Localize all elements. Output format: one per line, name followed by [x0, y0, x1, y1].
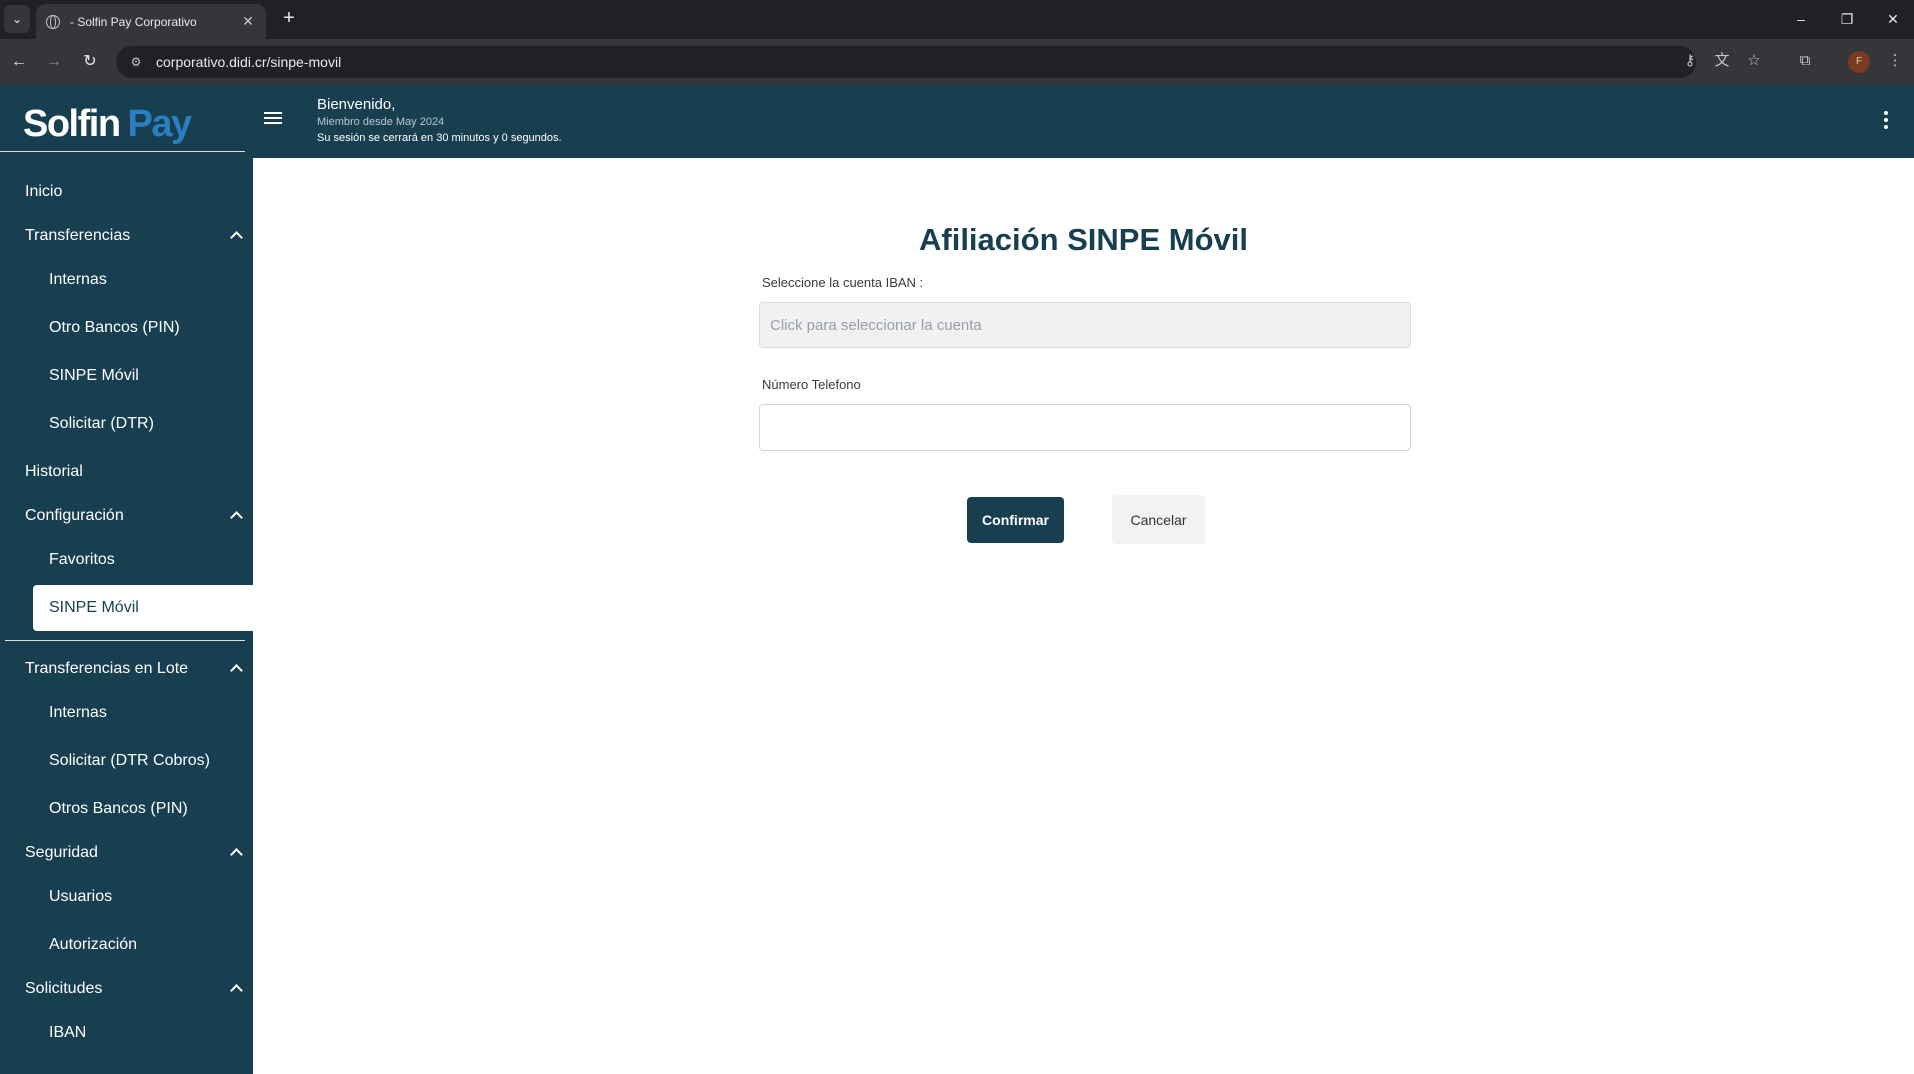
- sidebar-item-label: SINPE Móvil: [49, 367, 139, 384]
- sidebar-item-label: Solicitudes: [25, 980, 103, 997]
- sidebar-item-iban[interactable]: IBAN: [0, 1013, 253, 1053]
- sidebar-item-config-sinpe-movil[interactable]: SINPE Móvil: [33, 585, 253, 631]
- welcome-block: Bienvenido, Miembro desde May 2024 Su se…: [317, 96, 562, 146]
- password-key-icon[interactable]: ⚷: [1677, 48, 1703, 74]
- sidebar-item-label: Otros Bancos (PIN): [49, 800, 188, 817]
- hamburger-menu-icon[interactable]: [264, 112, 282, 126]
- forward-arrow-icon[interactable]: →: [42, 50, 66, 74]
- sidebar-item-sinpe-movil[interactable]: SINPE Móvil: [0, 356, 253, 396]
- restore-button[interactable]: ❐: [1824, 6, 1870, 32]
- sidebar-divider: [5, 640, 245, 641]
- sidebar-item-label: Transferencias en Lote: [25, 660, 189, 677]
- welcome-text: Bienvenido,: [317, 96, 396, 113]
- sidebar-item-label: Configuración: [25, 507, 124, 524]
- sidebar-item-solicitudes[interactable]: Solicitudes: [0, 969, 253, 1009]
- extensions-icon[interactable]: ⧉: [1792, 48, 1818, 74]
- sidebar-item-label: Autorización: [49, 936, 138, 953]
- main-content: Afiliación SINPE Móvil Seleccione la cue…: [253, 158, 1914, 1074]
- sidebar-item-label: Transferencias: [25, 227, 131, 244]
- logo-text-pay: Pay: [127, 103, 193, 145]
- globe-icon: [46, 14, 60, 29]
- iban-account-select[interactable]: Click para seleccionar la cuenta: [759, 302, 1411, 348]
- sidebar-item-label: Inicio: [25, 183, 63, 200]
- sidebar-item-inicio[interactable]: Inicio: [0, 172, 253, 212]
- logo-divider: [0, 151, 245, 152]
- site-settings-icon[interactable]: ⚙: [128, 54, 144, 70]
- new-tab-button[interactable]: +: [278, 6, 300, 30]
- bookmark-star-icon[interactable]: ☆: [1741, 48, 1767, 74]
- sidebar-item-favoritos[interactable]: Favoritos: [0, 540, 253, 580]
- page-title: Afiliación SINPE Móvil: [919, 222, 1248, 257]
- sidebar-item-label: Solicitar (DTR Cobros): [49, 752, 210, 769]
- sidebar-item-solicitar-dtr[interactable]: Solicitar (DTR): [0, 404, 253, 444]
- solfin-pay-logo[interactable]: Solfin Pay: [23, 103, 193, 145]
- sidebar: Inicio Transferencias Internas Otro Banc…: [0, 158, 253, 1074]
- browser-tab[interactable]: - Solfin Pay Corporativo ✕: [36, 4, 266, 39]
- sidebar-item-transferencias[interactable]: Transferencias: [0, 216, 253, 256]
- sidebar-item-label: Seguridad: [25, 844, 98, 861]
- browser-toolbar: ← → ↻ ⚙ corporativo.didi.cr/sinpe-movil …: [0, 39, 1914, 85]
- chevron-up-icon: [231, 982, 241, 992]
- chevron-up-icon: [231, 846, 241, 856]
- minimize-button[interactable]: –: [1778, 6, 1824, 32]
- iban-field-label: Seleccione la cuenta IBAN :: [762, 275, 924, 290]
- sidebar-item-seguridad[interactable]: Seguridad: [0, 833, 253, 873]
- cancel-button[interactable]: Cancelar: [1112, 495, 1205, 544]
- sidebar-item-configuracion[interactable]: Configuración: [0, 496, 253, 536]
- profile-avatar[interactable]: F: [1848, 51, 1870, 73]
- sidebar-item-label: Favoritos: [49, 551, 115, 568]
- close-tab-icon[interactable]: ✕: [240, 13, 256, 30]
- sidebar-item-transferencias-lote[interactable]: Transferencias en Lote: [0, 649, 253, 689]
- chevron-up-icon: [231, 229, 241, 239]
- phone-number-input[interactable]: [759, 404, 1411, 451]
- url-text: corporativo.didi.cr/sinpe-movil: [156, 54, 342, 70]
- sidebar-item-usuarios[interactable]: Usuarios: [0, 877, 253, 917]
- sidebar-item-label: Solicitar (DTR): [49, 415, 154, 432]
- sidebar-item-historial[interactable]: Historial: [0, 452, 253, 492]
- chevron-up-icon: [231, 662, 241, 672]
- translate-icon[interactable]: 文: [1709, 48, 1735, 74]
- sidebar-item-label: SINPE Móvil: [49, 599, 139, 616]
- reload-icon[interactable]: ↻: [78, 50, 102, 74]
- sidebar-item-label: Internas: [49, 271, 107, 288]
- phone-field-label: Número Telefono: [762, 377, 861, 392]
- sidebar-item-autorizacion[interactable]: Autorización: [0, 925, 253, 965]
- confirm-button[interactable]: Confirmar: [967, 497, 1064, 543]
- sidebar-item-otro-bancos[interactable]: Otro Bancos (PIN): [0, 308, 253, 348]
- sidebar-item-internas[interactable]: Internas: [0, 260, 253, 300]
- back-arrow-icon[interactable]: ←: [7, 50, 31, 74]
- logo-text-solfin: Solfin: [23, 103, 121, 145]
- sidebar-item-label: IBAN: [49, 1024, 87, 1041]
- sidebar-item-label: Historial: [25, 463, 83, 480]
- iban-select-placeholder: Click para seleccionar la cuenta: [770, 316, 982, 334]
- sidebar-item-label: Internas: [49, 704, 107, 721]
- browser-tab-bar: ⌄ - Solfin Pay Corporativo ✕ + – ❐ ✕: [0, 0, 1914, 39]
- session-timer-text: Su sesión se cerrará en 30 minutos y 0 s…: [317, 132, 562, 144]
- address-bar[interactable]: ⚙ corporativo.didi.cr/sinpe-movil: [116, 46, 1696, 78]
- tab-search-button[interactable]: ⌄: [4, 5, 30, 33]
- chevron-down-icon: ⌄: [11, 12, 23, 26]
- chevron-up-icon: [231, 509, 241, 519]
- more-options-icon[interactable]: [1884, 111, 1890, 133]
- sidebar-item-lote-internas[interactable]: Internas: [0, 693, 253, 733]
- app-header: Solfin Pay: [0, 85, 1914, 158]
- sidebar-item-label: Usuarios: [49, 888, 113, 905]
- sidebar-item-label: Otro Bancos (PIN): [49, 319, 180, 336]
- browser-menu-icon[interactable]: ⋮: [1882, 48, 1908, 74]
- member-since-text: Miembro desde May 2024: [317, 116, 445, 128]
- sidebar-item-otros-bancos[interactable]: Otros Bancos (PIN): [0, 789, 253, 829]
- window-close-button[interactable]: ✕: [1870, 6, 1914, 32]
- sidebar-item-solicitar-dtr-cobros[interactable]: Solicitar (DTR Cobros): [0, 741, 253, 781]
- tab-title: - Solfin Pay Corporativo: [70, 14, 197, 29]
